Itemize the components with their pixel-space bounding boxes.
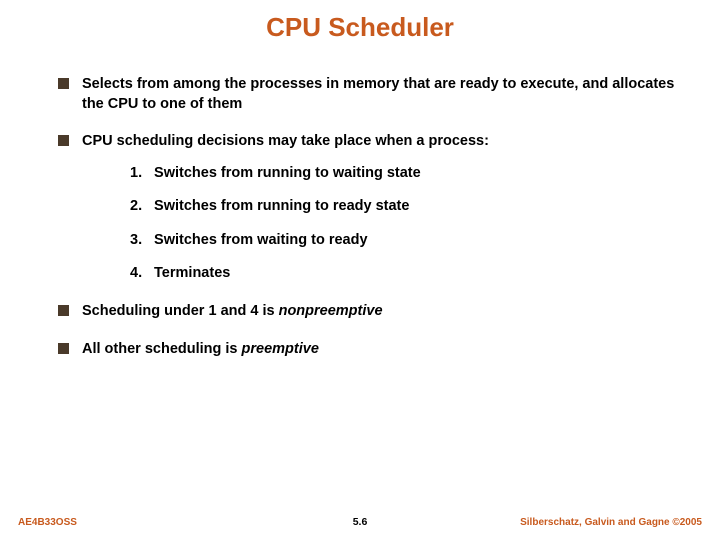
bullet-text: CPU scheduling decisions may take place …	[82, 133, 489, 149]
slide-title: CPU Scheduler	[0, 0, 720, 43]
bullet-item: CPU scheduling decisions may take place …	[58, 132, 684, 284]
bullet-text-emphasis: preemptive	[242, 341, 319, 357]
list-number: 1.	[130, 164, 150, 184]
bullet-text: Selects from among the processes in memo…	[82, 76, 674, 112]
list-text: Terminates	[154, 265, 230, 281]
footer-attribution: Silberschatz, Galvin and Gagne ©2005	[520, 517, 702, 528]
list-text: Switches from waiting to ready	[154, 232, 368, 248]
square-bullet-icon	[58, 343, 69, 354]
square-bullet-icon	[58, 135, 69, 146]
list-number: 2.	[130, 197, 150, 217]
list-text: Switches from running to ready state	[154, 198, 409, 214]
bullet-item: All other scheduling is preemptive	[58, 340, 684, 360]
list-item: 4. Terminates	[130, 264, 684, 284]
bullet-text-prefix: Scheduling under 1 and 4 is	[82, 303, 279, 319]
list-number: 3.	[130, 231, 150, 251]
list-item: 3. Switches from waiting to ready	[130, 231, 684, 251]
slide-content: Selects from among the processes in memo…	[0, 43, 720, 359]
numbered-list: 1. Switches from running to waiting stat…	[82, 164, 684, 284]
bullet-item: Scheduling under 1 and 4 is nonpreemptiv…	[58, 302, 684, 322]
square-bullet-icon	[58, 305, 69, 316]
bullet-item: Selects from among the processes in memo…	[58, 75, 684, 114]
list-item: 1. Switches from running to waiting stat…	[130, 164, 684, 184]
slide: CPU Scheduler Selects from among the pro…	[0, 0, 720, 540]
bullet-text-emphasis: nonpreemptive	[279, 303, 383, 319]
list-number: 4.	[130, 264, 150, 284]
bullet-text-prefix: All other scheduling is	[82, 341, 242, 357]
square-bullet-icon	[58, 78, 69, 89]
list-item: 2. Switches from running to ready state	[130, 197, 684, 217]
list-text: Switches from running to waiting state	[154, 165, 421, 181]
